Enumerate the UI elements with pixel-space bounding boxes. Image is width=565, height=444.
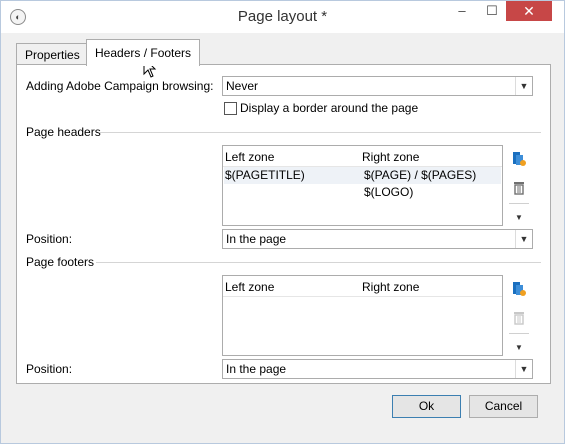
- tool-divider: [509, 333, 529, 334]
- footers-position-label: Position:: [26, 362, 73, 376]
- title-bar: ◐ Page layout * – ☐ ✕: [1, 1, 564, 33]
- headers-col-right: Right zone: [362, 150, 420, 164]
- browsing-select[interactable]: Never ▼: [222, 76, 533, 96]
- close-button[interactable]: ✕: [506, 1, 552, 21]
- cell-right-zone: $(PAGE) / $(PAGES): [364, 168, 477, 182]
- footers-position-select[interactable]: In the page ▼: [222, 359, 533, 379]
- browsing-label: Adding Adobe Campaign browsing:: [26, 79, 214, 93]
- cell-left-zone: $(PAGETITLE): [225, 168, 305, 182]
- section-divider: [96, 262, 541, 263]
- chevron-down-icon[interactable]: ▼: [513, 343, 525, 353]
- list-header-divider: [223, 296, 502, 297]
- headers-position-label: Position:: [26, 232, 73, 246]
- browsing-value: Never: [226, 79, 259, 93]
- page-footers-label: Page footers: [26, 255, 95, 269]
- chevron-down-icon[interactable]: ▼: [513, 213, 525, 223]
- cell-right-zone: $(LOGO): [364, 185, 414, 199]
- headers-position-value: In the page: [226, 232, 287, 246]
- border-checkbox-label[interactable]: Display a border around the page: [240, 101, 418, 115]
- trash-icon[interactable]: [511, 309, 527, 325]
- cancel-button[interactable]: Cancel: [469, 395, 538, 418]
- chevron-down-icon: ▼: [515, 77, 532, 95]
- page-headers-section: Page headers: [26, 125, 541, 139]
- add-icon[interactable]: [511, 151, 527, 167]
- ok-button[interactable]: Ok: [392, 395, 461, 418]
- add-icon[interactable]: [511, 281, 527, 297]
- section-divider: [99, 132, 541, 133]
- headers-position-select[interactable]: In the page ▼: [222, 229, 533, 249]
- footers-col-left: Left zone: [225, 280, 275, 294]
- page-headers-label: Page headers: [26, 125, 101, 139]
- footers-list[interactable]: Left zone Right zone: [222, 275, 503, 356]
- headers-list[interactable]: Left zone Right zone $(PAGETITLE) $(PAGE…: [222, 145, 503, 226]
- headers-col-left: Left zone: [225, 150, 275, 164]
- footers-position-value: In the page: [226, 362, 287, 376]
- page-footers-section: Page footers: [26, 255, 541, 269]
- headers-footers-panel: Adding Adobe Campaign browsing: Never ▼ …: [16, 64, 551, 384]
- maximize-button[interactable]: ☐: [477, 1, 507, 21]
- tab-properties[interactable]: Properties: [16, 43, 89, 66]
- border-checkbox[interactable]: [224, 102, 237, 115]
- chevron-down-icon: ▼: [515, 360, 532, 378]
- list-item[interactable]: $(LOGO): [224, 184, 501, 201]
- chevron-down-icon: ▼: [515, 230, 532, 248]
- list-item[interactable]: $(PAGETITLE) $(PAGE) / $(PAGES): [224, 167, 501, 184]
- tool-divider: [509, 203, 529, 204]
- trash-icon[interactable]: [511, 179, 527, 195]
- tab-headers-footers[interactable]: Headers / Footers: [86, 39, 201, 66]
- footers-col-right: Right zone: [362, 280, 420, 294]
- page-layout-dialog: ◐ Page layout * – ☐ ✕ Properties Headers…: [0, 0, 565, 444]
- minimize-button[interactable]: –: [447, 1, 477, 21]
